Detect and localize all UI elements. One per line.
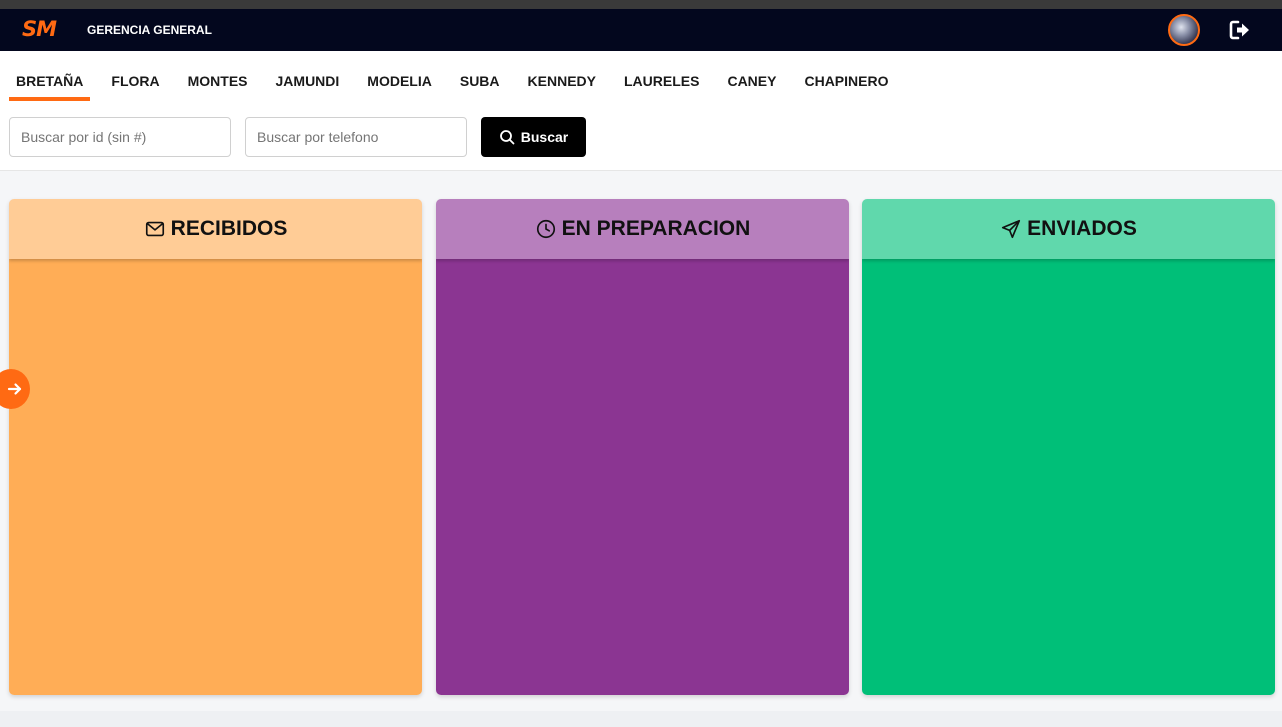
column-preparing-title: EN PREPARACION	[561, 217, 751, 240]
column-sent-title: ENVIADOS	[1027, 217, 1137, 240]
tab-flora[interactable]: FLORA	[97, 51, 173, 101]
column-received-header: RECIBIDOS	[9, 199, 422, 259]
search-id-input[interactable]	[9, 117, 231, 157]
column-sent-body	[862, 259, 1275, 695]
column-preparing: EN PREPARACION	[436, 199, 849, 695]
window-top-strip	[0, 0, 1282, 9]
search-button[interactable]: Buscar	[481, 117, 586, 157]
tab-modelia[interactable]: MODELIA	[353, 51, 446, 101]
user-avatar[interactable]	[1168, 14, 1200, 46]
send-icon	[1002, 219, 1021, 239]
user-role-label: GERENCIA GENERAL	[87, 23, 212, 37]
column-received-title: RECIBIDOS	[170, 217, 288, 240]
column-preparing-body	[436, 259, 849, 695]
navbar: SM GERENCIA GENERAL	[0, 9, 1282, 51]
tab-bretaña[interactable]: BRETAÑA	[2, 51, 97, 101]
tab-jamundi[interactable]: JAMUNDI	[262, 51, 354, 101]
mail-icon	[145, 221, 164, 237]
logo[interactable]: SM	[22, 17, 57, 41]
branch-tabs: BRETAÑA FLORA MONTES JAMUNDI MODELIA SUBA KENN…	[0, 51, 902, 101]
column-received: RECIBIDOS	[9, 199, 422, 695]
page-bottom	[0, 711, 1282, 727]
column-received-body	[9, 259, 422, 695]
search-button-label: Buscar	[520, 129, 569, 145]
arrow-right-icon	[7, 383, 22, 395]
tab-kennedy[interactable]: KENNEDY	[514, 51, 610, 101]
tab-laureles[interactable]: LAURELES	[610, 51, 713, 101]
column-preparing-header: EN PREPARACION	[436, 199, 849, 259]
tab-montes[interactable]: MONTES	[174, 51, 262, 101]
column-sent: ENVIADOS	[862, 199, 1275, 695]
filter-header: BRETAÑA FLORA MONTES JAMUNDI MODELIA SUBA KENN…	[0, 51, 1282, 171]
search-icon	[499, 130, 515, 145]
clock-icon	[536, 219, 555, 239]
tab-suba[interactable]: SUBA	[446, 51, 514, 101]
search-phone-input[interactable]	[245, 117, 467, 157]
tab-chapinero[interactable]: CHAPINERO	[790, 51, 902, 101]
logout-icon[interactable]	[1228, 18, 1252, 42]
tab-caney[interactable]: CANEY	[713, 51, 790, 101]
column-sent-header: ENVIADOS	[862, 199, 1275, 259]
